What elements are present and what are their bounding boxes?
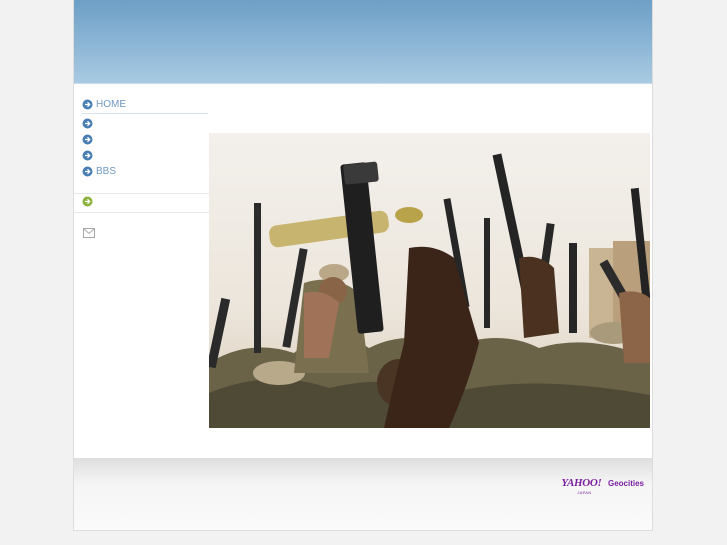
sidebar-extra-link[interactable] (82, 195, 208, 209)
nav-item-2[interactable] (82, 116, 208, 132)
nav-item-home[interactable]: HOME (82, 97, 208, 114)
nav-item-3[interactable] (82, 132, 208, 148)
arrow-circle-icon (82, 99, 93, 110)
logo-sub: JAPAN (577, 490, 592, 495)
yahoo-geocities-logo[interactable]: YAHOO! JAPAN Geocities (561, 476, 644, 495)
nav-item-4[interactable] (82, 148, 208, 164)
footer: YAHOO! JAPAN Geocities (74, 458, 652, 530)
mail-icon[interactable] (83, 228, 95, 238)
green-arrow-icon (82, 196, 93, 207)
sidebar-divider (74, 193, 209, 194)
sidebar-divider (74, 212, 209, 213)
arrow-circle-icon (82, 166, 93, 177)
sidebar-nav: HOME BBS (82, 97, 208, 180)
arrow-circle-icon (82, 118, 93, 129)
header-banner (74, 0, 652, 84)
main-photo (209, 133, 650, 428)
page-container: HOME BBS YAHOO! JAPAN Geocities (73, 0, 653, 531)
arrow-circle-icon (82, 150, 93, 161)
nav-item-bbs[interactable]: BBS (82, 164, 208, 180)
nav-item-label: BBS (96, 166, 117, 177)
logo-product: Geocities (607, 479, 644, 488)
nav-item-label: HOME (96, 99, 126, 110)
arrow-circle-icon (82, 134, 93, 145)
